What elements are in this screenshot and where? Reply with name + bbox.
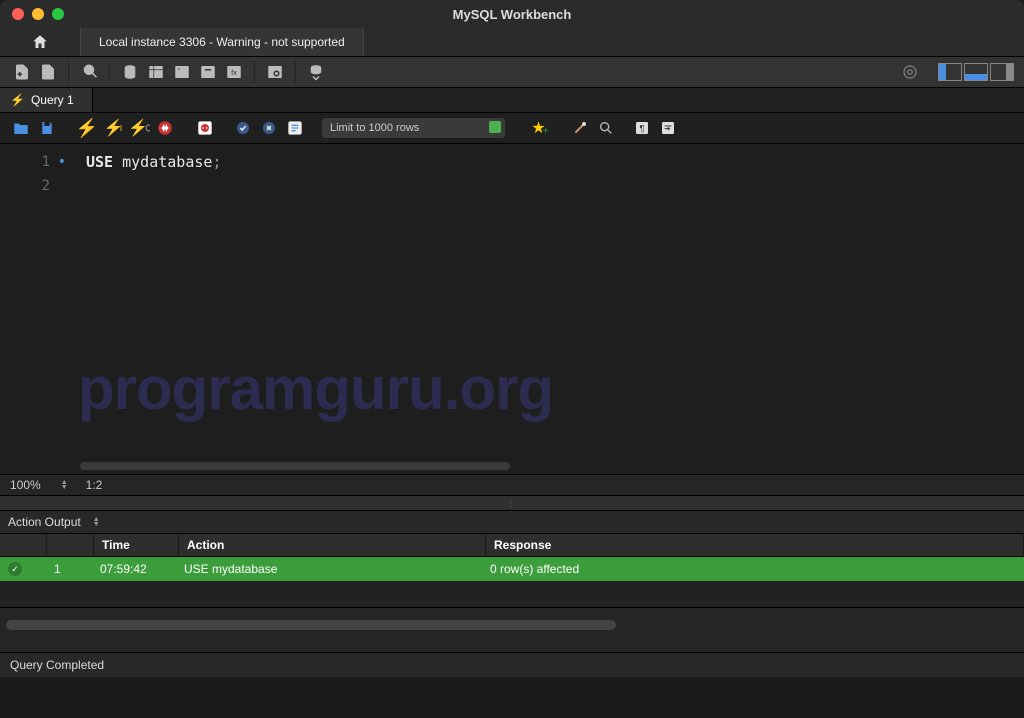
row-time: 07:59:42 — [92, 557, 176, 581]
col-time[interactable]: Time — [94, 534, 179, 556]
connection-tab-bar: Local instance 3306 - Warning - not supp… — [0, 28, 1024, 57]
sql-identifier: mydatabase — [113, 153, 212, 171]
new-sql-tab-button[interactable] — [10, 60, 34, 84]
sql-punct: ; — [212, 153, 221, 171]
toggle-bottom-panel-button[interactable] — [964, 63, 988, 81]
toggle-invisible-button[interactable]: ¶ — [631, 117, 653, 139]
output-row[interactable]: ✓ 1 07:59:42 USE mydatabase 0 row(s) aff… — [0, 557, 1024, 581]
explain-button[interactable]: ⚡ — [128, 117, 150, 139]
toggle-secondary-panel-button[interactable] — [990, 63, 1014, 81]
svg-text:fx: fx — [231, 68, 237, 77]
find-button[interactable] — [569, 117, 591, 139]
status-text: Query Completed — [10, 658, 104, 672]
search-button[interactable] — [595, 117, 617, 139]
svg-text:¶: ¶ — [639, 123, 644, 133]
rollback-button[interactable] — [258, 117, 280, 139]
execute-button[interactable]: ⚡ — [76, 117, 98, 139]
toggle-whitespace-button[interactable] — [284, 117, 306, 139]
create-view-button[interactable] — [170, 60, 194, 84]
toggle-autocommit-button[interactable] — [194, 117, 216, 139]
window-title: MySQL Workbench — [0, 7, 1024, 22]
col-index — [47, 534, 94, 556]
bolt-icon: ⚡ — [10, 93, 25, 107]
create-schema-button[interactable] — [118, 60, 142, 84]
line-number: 2 — [0, 174, 60, 198]
connection-tab-label: Local instance 3306 - Warning - not supp… — [99, 35, 345, 49]
home-tab[interactable] — [0, 28, 81, 56]
col-action[interactable]: Action — [179, 534, 486, 556]
output-type-stepper: ▲▼ — [93, 517, 100, 527]
connection-tab[interactable]: Local instance 3306 - Warning - not supp… — [81, 28, 364, 56]
row-action: USE mydatabase — [176, 557, 482, 581]
editor-horizontal-scrollbar[interactable] — [80, 462, 510, 470]
settings-gear-icon[interactable] — [898, 60, 922, 84]
bottom-scroll-area — [0, 607, 1024, 652]
output-type-label: Action Output — [8, 515, 81, 529]
create-table-button[interactable] — [144, 60, 168, 84]
wrap-lines-button[interactable] — [657, 117, 679, 139]
row-status-icon: ✓ — [0, 557, 46, 581]
toggle-sidebar-button[interactable] — [938, 63, 962, 81]
create-function-button[interactable]: fx — [222, 60, 246, 84]
line-gutter: 1 2 — [0, 144, 60, 474]
inspector-button[interactable] — [77, 60, 101, 84]
line-number: 1 — [0, 150, 60, 174]
code-area[interactable]: USE mydatabase; — [60, 144, 1024, 474]
zoom-stepper[interactable]: ▲▼ — [61, 480, 68, 490]
output-type-select[interactable]: Action Output ▲▼ — [8, 515, 100, 529]
sql-editor[interactable]: 1 2 USE mydatabase; programguru.org — [0, 144, 1024, 475]
col-response[interactable]: Response — [486, 534, 1024, 556]
output-header: Action Output ▲▼ — [0, 511, 1024, 534]
output-empty-area — [0, 581, 1024, 607]
output-table-header: Time Action Response — [0, 534, 1024, 557]
editor-status-bar: 100% ▲▼ 1:2 — [0, 475, 1024, 496]
query-toolbar: ⚡ ⚡I ⚡ Limit to 1000 rows ★+ ¶ — [0, 113, 1024, 144]
stop-button[interactable] — [154, 117, 176, 139]
commit-button[interactable] — [232, 117, 254, 139]
execute-current-button[interactable]: ⚡I — [102, 117, 124, 139]
sql-keyword: USE — [86, 153, 113, 171]
row-response: 0 row(s) affected — [482, 557, 1024, 581]
query-tab[interactable]: ⚡ Query 1 — [0, 88, 93, 112]
query-tab-label: Query 1 — [31, 93, 74, 107]
main-toolbar: fx — [0, 57, 1024, 88]
open-sql-script-button[interactable] — [36, 60, 60, 84]
row-limit-select[interactable]: Limit to 1000 rows — [322, 118, 505, 138]
open-file-button[interactable] — [10, 117, 32, 139]
home-icon — [31, 33, 49, 51]
row-limit-value: Limit to 1000 rows — [330, 122, 419, 134]
search-table-data-button[interactable] — [263, 60, 287, 84]
col-status — [0, 534, 47, 556]
cursor-position: 1:2 — [86, 478, 103, 492]
zoom-value: 100% — [10, 478, 41, 492]
panel-resizer[interactable]: ⋮ — [0, 496, 1024, 511]
output-horizontal-scrollbar[interactable] — [6, 620, 616, 630]
status-footer: Query Completed — [0, 652, 1024, 677]
query-tab-bar: ⚡ Query 1 — [0, 88, 1024, 113]
titlebar: MySQL Workbench — [0, 0, 1024, 28]
row-index: 1 — [46, 557, 92, 581]
create-procedure-button[interactable] — [196, 60, 220, 84]
beautify-button[interactable]: ★+ — [529, 117, 551, 139]
reconnect-button[interactable] — [304, 60, 328, 84]
save-file-button[interactable] — [36, 117, 58, 139]
